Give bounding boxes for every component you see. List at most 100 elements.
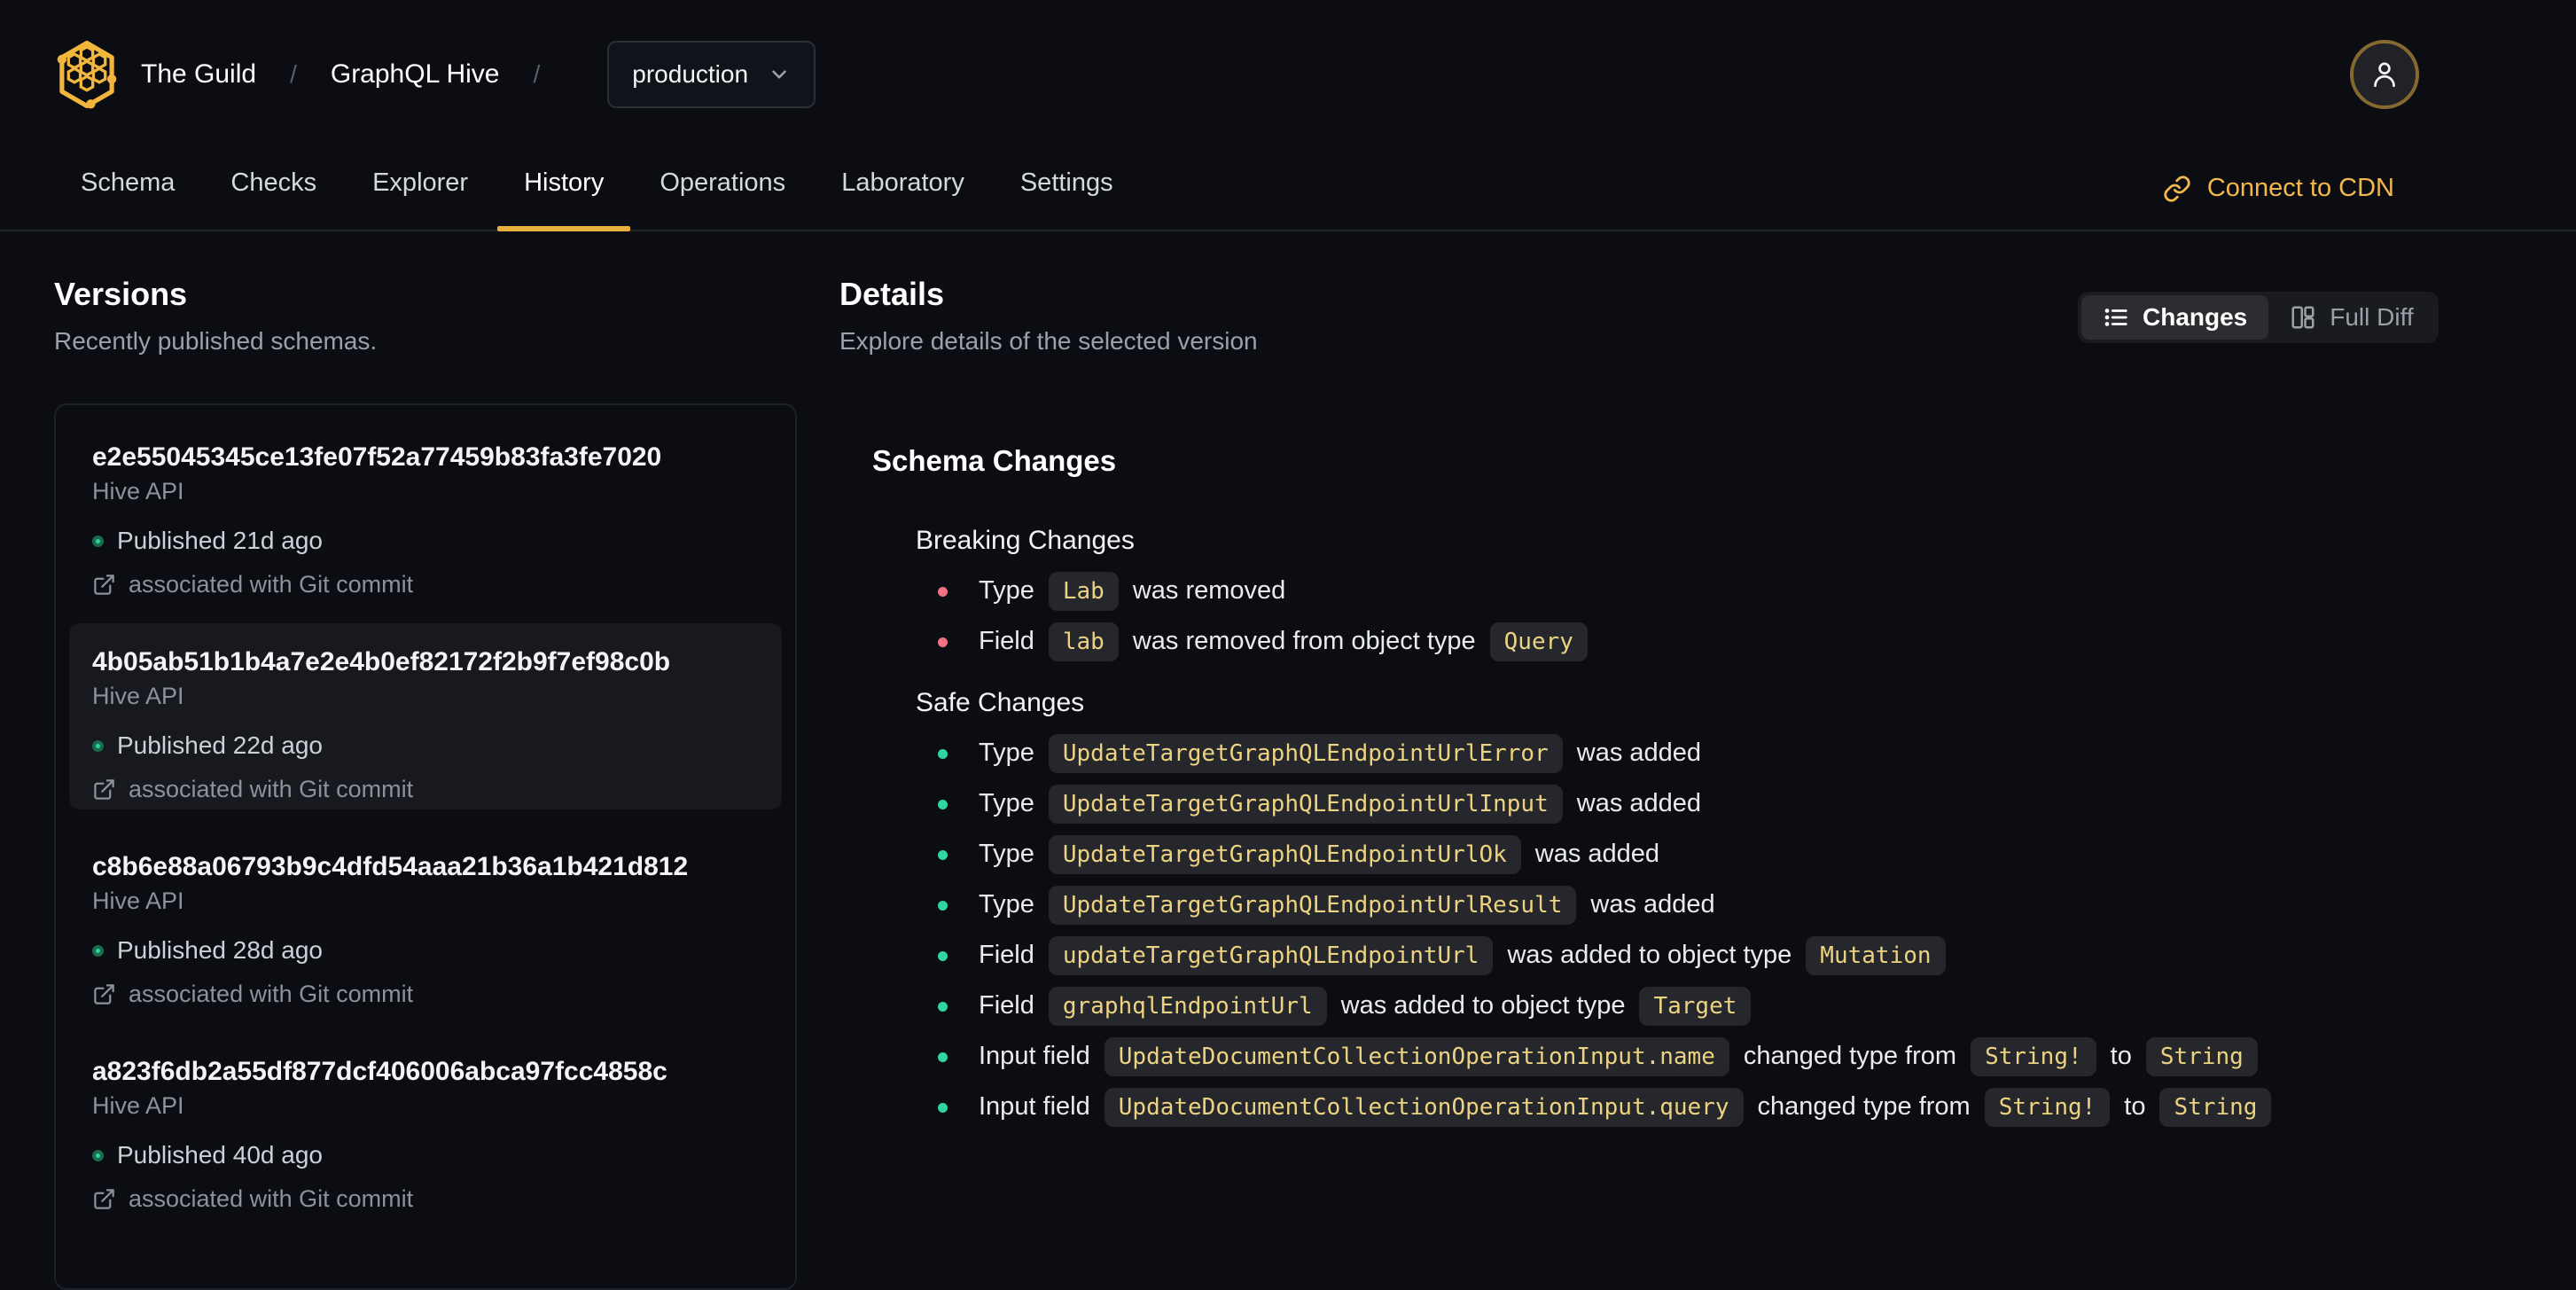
- hive-logo: [54, 39, 120, 110]
- main-tabs: Schema Checks Explorer History Operations Lab…: [54, 168, 1140, 231]
- change-text: Field: [979, 627, 1034, 655]
- external-link-icon: [92, 573, 116, 597]
- version-status-text: Published 22d ago: [117, 731, 323, 759]
- user-menu-button[interactable]: [2350, 40, 2419, 109]
- safe-bullet-icon: [938, 748, 948, 759]
- breadcrumb-separator: /: [290, 60, 297, 88]
- tab-schema[interactable]: Schema: [54, 168, 201, 230]
- full-diff-view-button[interactable]: Full Diff: [2268, 295, 2434, 340]
- full-diff-view-label: Full Diff: [2330, 303, 2414, 331]
- change-text: Type: [979, 840, 1034, 868]
- tab-checks[interactable]: Checks: [204, 168, 343, 230]
- code-chip: lab: [1048, 622, 1119, 661]
- version-hash: a823f6db2a55df877dcf406006abca97fcc4858c: [92, 1057, 667, 1086]
- change-item: Type UpdateTargetGraphQLEndpointUrlError w…: [916, 728, 2539, 778]
- version-status-text: Published 28d ago: [117, 936, 323, 964]
- versions-subtitle: Recently published schemas.: [54, 327, 378, 355]
- change-text: Type: [979, 739, 1034, 767]
- app-header: The Guild / GraphQL Hive / production Sc…: [0, 0, 2576, 231]
- version-service: Hive API: [92, 1092, 184, 1119]
- link-icon: [2163, 175, 2191, 203]
- git-commit-label: associated with Git commit: [129, 776, 414, 802]
- version-card[interactable]: 4b05ab51b1b4a7e2e4b0ef82172f2b9f7ef98c0b…: [69, 623, 782, 809]
- change-text: to: [2124, 1092, 2146, 1121]
- published-dot-icon: [92, 944, 104, 957]
- versions-list: e2e55045345ce13fe07f52a77459b83fa3fe7020…: [54, 403, 797, 1290]
- change-group-title: Safe Changes: [916, 688, 1085, 717]
- version-card[interactable]: c8b6e88a06793b9c4dfd54aaa21b36a1b421d812…: [69, 828, 782, 1014]
- change-text: changed type from: [1757, 1092, 1971, 1121]
- chevron-down-icon: [768, 63, 791, 86]
- external-link-icon: [92, 1187, 116, 1211]
- version-service: Hive API: [92, 887, 184, 914]
- change-text: was added to object type: [1507, 941, 1792, 969]
- code-chip: UpdateTargetGraphQLEndpointUrlOk: [1048, 834, 1521, 874]
- version-status-text: Published 21d ago: [117, 527, 323, 554]
- code-chip: String: [2159, 1087, 2272, 1127]
- change-text: Field: [979, 941, 1034, 969]
- version-hash: c8b6e88a06793b9c4dfd54aaa21b36a1b421d812: [92, 852, 689, 881]
- published-dot-icon: [92, 739, 104, 752]
- target-selector[interactable]: production: [607, 41, 816, 108]
- tab-laboratory[interactable]: Laboratory: [815, 168, 991, 230]
- change-text: was added: [1576, 789, 1702, 817]
- change-text: was added to object type: [1340, 991, 1626, 1020]
- git-commit-link[interactable]: associated with Git commit: [92, 776, 759, 803]
- tab-explorer[interactable]: Explorer: [346, 168, 495, 230]
- tab-operations[interactable]: Operations: [633, 168, 812, 230]
- change-group: Safe Changes Type UpdateTargetGraphQLEndp…: [916, 687, 2539, 1132]
- safe-bullet-icon: [938, 1001, 948, 1012]
- breadcrumb-org[interactable]: The Guild: [141, 59, 256, 90]
- version-status: Published 40d ago: [92, 1141, 759, 1169]
- target-selector-value: production: [632, 60, 749, 88]
- versions-title: Versions: [54, 276, 188, 312]
- git-commit-label: associated with Git commit: [129, 1185, 414, 1212]
- change-text: was added: [1590, 890, 1715, 919]
- change-group-title: Breaking Changes: [916, 526, 1135, 555]
- breadcrumb-project[interactable]: GraphQL Hive: [331, 59, 500, 90]
- change-text: changed type from: [1743, 1042, 1957, 1070]
- code-chip: UpdateTargetGraphQLEndpointUrlResult: [1048, 885, 1577, 925]
- git-commit-link[interactable]: associated with Git commit: [92, 981, 759, 1008]
- change-item: Input field UpdateDocumentCollectionOpera…: [916, 1082, 2539, 1132]
- safe-bullet-icon: [938, 799, 948, 809]
- code-chip: String!: [1971, 1036, 2096, 1076]
- git-commit-link[interactable]: associated with Git commit: [92, 571, 759, 598]
- change-item: Type UpdateTargetGraphQLEndpointUrlInput w…: [916, 778, 2539, 829]
- code-chip: Lab: [1048, 571, 1119, 611]
- version-card[interactable]: a823f6db2a55df877dcf406006abca97fcc4858c…: [69, 1033, 782, 1219]
- published-dot-icon: [92, 1149, 104, 1161]
- code-chip: graphqlEndpointUrl: [1048, 986, 1327, 1026]
- safe-bullet-icon: [938, 900, 948, 911]
- list-icon: [2103, 304, 2129, 331]
- schema-changes-panel: Schema Changes Breaking Changes Type Lab w…: [872, 443, 2539, 1132]
- change-item: Field updateTargetGraphQLEndpointUrl was a…: [916, 930, 2539, 981]
- code-chip: UpdateDocumentCollectionOperationInput.q…: [1104, 1087, 1744, 1127]
- connect-cdn-label: Connect to CDN: [2206, 174, 2394, 202]
- change-item: Field graphqlEndpointUrl was added to obje…: [916, 981, 2539, 1031]
- git-commit-link[interactable]: associated with Git commit: [92, 1185, 759, 1213]
- version-hash: e2e55045345ce13fe07f52a77459b83fa3fe7020: [92, 442, 662, 472]
- breadcrumb-separator: /: [533, 60, 541, 88]
- version-service: Hive API: [92, 478, 184, 504]
- git-commit-label: associated with Git commit: [129, 981, 414, 1007]
- change-text: Type: [979, 789, 1034, 817]
- tab-settings[interactable]: Settings: [994, 168, 1140, 230]
- change-text: Type: [979, 890, 1034, 919]
- tab-history[interactable]: History: [497, 168, 631, 231]
- version-card[interactable]: e2e55045345ce13fe07f52a77459b83fa3fe7020…: [69, 418, 782, 605]
- view-toggle: Changes Full Diff: [2078, 292, 2439, 343]
- change-item: Type Lab was removed: [916, 566, 2539, 616]
- user-icon: [2369, 59, 2400, 90]
- connect-cdn-link[interactable]: Connect to CDN: [2163, 174, 2394, 203]
- change-text: to: [2110, 1042, 2132, 1070]
- version-service: Hive API: [92, 683, 184, 709]
- version-hash: 4b05ab51b1b4a7e2e4b0ef82172f2b9f7ef98c0b: [92, 647, 671, 676]
- change-text: was removed: [1132, 576, 1286, 605]
- external-link-icon: [92, 778, 116, 801]
- change-list: Type Lab was removed Field lab was removed fr…: [916, 566, 2539, 667]
- code-chip: Query: [1489, 622, 1588, 661]
- split-panels-icon: [2290, 304, 2316, 331]
- change-text: Type: [979, 576, 1034, 605]
- changes-view-button[interactable]: Changes: [2081, 295, 2269, 340]
